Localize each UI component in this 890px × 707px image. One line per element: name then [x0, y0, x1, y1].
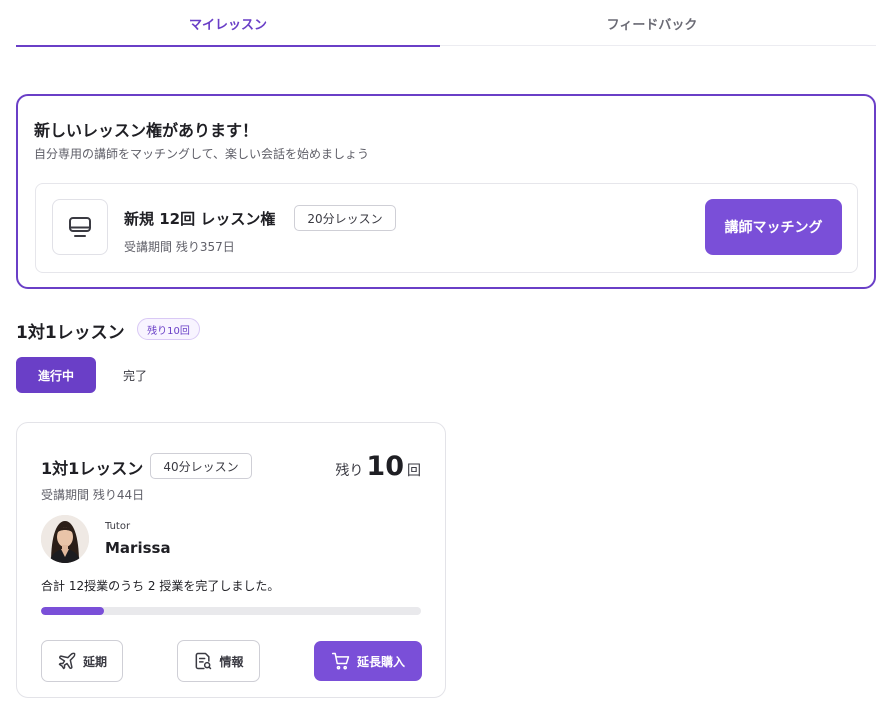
- cart-icon: [331, 651, 351, 671]
- postpone-button[interactable]: 延期: [41, 640, 123, 682]
- remaining-pill: 残り10回: [137, 318, 200, 340]
- new-ticket-title: 新しいレッスン権があります！: [34, 121, 259, 140]
- remaining-unit: 回: [407, 463, 421, 479]
- postpone-label: 延期: [82, 654, 107, 669]
- plan-period: 受講期間 残り357日: [124, 240, 235, 254]
- extend-purchase-button[interactable]: 延長購入: [314, 641, 422, 681]
- ticket-item: 新規 12回 レッスン権 20分レッスン 受講期間 残り357日 講師マッチング: [35, 183, 858, 273]
- tutor-label: Tutor: [105, 521, 131, 532]
- info-button[interactable]: 情報: [177, 640, 260, 682]
- lesson-card: 1対1レッスン 40分レッスン 残り 10 回 受講期間 残り44日 Tutor…: [16, 422, 446, 698]
- filter-completed[interactable]: 完了: [105, 357, 165, 393]
- plan-duration-badge: 20分レッスン: [294, 205, 396, 231]
- filter-in-progress[interactable]: 進行中: [16, 357, 96, 393]
- section-title: 1対1レッスン: [16, 323, 125, 343]
- monitor-icon: [52, 199, 108, 255]
- info-label: 情報: [219, 654, 244, 669]
- lesson-name: 1対1レッスン: [41, 459, 144, 478]
- tab-feedback[interactable]: フィードバック: [440, 0, 864, 46]
- lesson-period: 受講期間 残り44日: [41, 488, 145, 502]
- lesson-duration-badge: 40分レッスン: [150, 453, 252, 479]
- new-ticket-card: 新しいレッスン権があります！ 自分専用の講師をマッチングして、楽しい会話を始めま…: [16, 94, 876, 289]
- tab-my-lessons[interactable]: マイレッスン: [16, 0, 440, 47]
- airplane-icon: [57, 651, 77, 671]
- tutor-matching-button[interactable]: 講師マッチング: [705, 199, 842, 255]
- remaining-count: 残り 10 回: [335, 451, 421, 482]
- document-search-icon: [193, 651, 213, 671]
- remaining-number: 10: [366, 451, 404, 482]
- new-ticket-subtitle: 自分専用の講師をマッチングして、楽しい会話を始めましょう: [34, 147, 370, 161]
- extend-purchase-label: 延長購入: [356, 654, 405, 669]
- plan-name: 新規 12回 レッスン権: [124, 210, 276, 228]
- tab-bar: マイレッスン フィードバック: [16, 0, 876, 47]
- progress-bar: [41, 607, 421, 615]
- tutor-name: Marissa: [105, 539, 171, 557]
- progress-text: 合計 12授業のうち 2 授業を完了しました。: [41, 579, 280, 593]
- tutor-avatar: [41, 515, 89, 563]
- progress-fill: [41, 607, 105, 615]
- remaining-label: 残り: [335, 463, 364, 479]
